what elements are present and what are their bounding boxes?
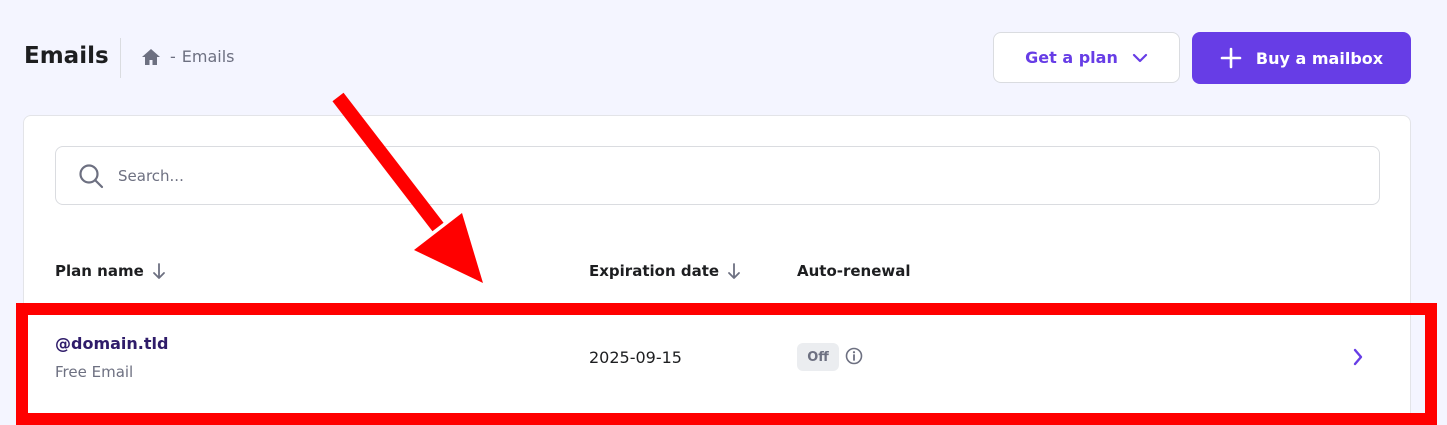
info-icon[interactable] bbox=[845, 347, 863, 365]
row-plan-name: Free Email bbox=[55, 363, 134, 381]
breadcrumb: - Emails bbox=[141, 47, 235, 66]
chevron-down-icon bbox=[1132, 53, 1147, 62]
column-header-label: Auto-renewal bbox=[797, 262, 911, 280]
search-box[interactable] bbox=[55, 146, 1380, 205]
row-domain: @domain.tld bbox=[55, 334, 169, 353]
column-header-label: Plan name bbox=[55, 262, 144, 280]
auto-renewal-status-badge: Off bbox=[797, 343, 839, 371]
column-header-label: Expiration date bbox=[589, 262, 720, 280]
column-header-expiration-date[interactable]: Expiration date bbox=[589, 262, 741, 280]
emails-card: Plan name Expiration date Auto-renewal @… bbox=[23, 115, 1411, 417]
get-plan-button[interactable]: Get a plan bbox=[993, 32, 1180, 83]
breadcrumb-separator: - bbox=[170, 47, 176, 66]
buy-mailbox-button[interactable]: Buy a mailbox bbox=[1192, 32, 1411, 84]
chevron-right-icon[interactable] bbox=[1351, 347, 1365, 367]
table-row[interactable] bbox=[24, 312, 1410, 418]
sort-arrow-icon bbox=[728, 263, 740, 279]
search-input[interactable] bbox=[116, 165, 1320, 186]
search-icon bbox=[79, 163, 104, 188]
get-plan-label: Get a plan bbox=[1025, 48, 1118, 67]
breadcrumb-current: Emails bbox=[181, 47, 235, 66]
row-expiration-date: 2025-09-15 bbox=[589, 348, 682, 367]
page-header: Emails - Emails Get a plan Buy a mailbox bbox=[0, 0, 1447, 115]
buy-mailbox-label: Buy a mailbox bbox=[1255, 48, 1384, 68]
column-header-plan-name[interactable]: Plan name bbox=[55, 262, 166, 280]
sort-arrow-icon bbox=[152, 263, 165, 279]
column-header-auto-renewal: Auto-renewal bbox=[797, 262, 911, 280]
page-title: Emails bbox=[24, 43, 109, 69]
plus-icon bbox=[1220, 47, 1242, 69]
header-divider bbox=[120, 38, 121, 78]
home-icon[interactable] bbox=[141, 48, 161, 66]
